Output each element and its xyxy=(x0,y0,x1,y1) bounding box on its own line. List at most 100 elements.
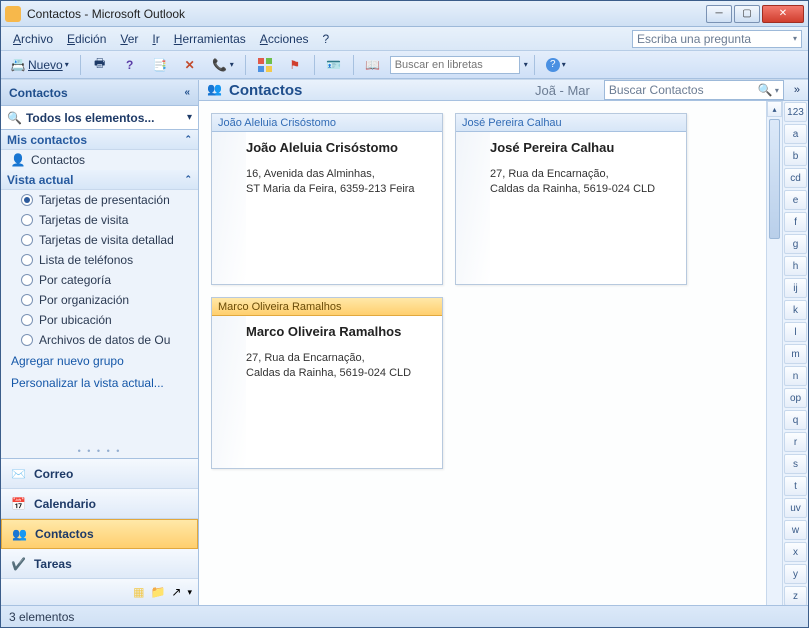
index-letter-button[interactable]: q xyxy=(784,410,807,430)
shortcuts-icon[interactable]: ↗ xyxy=(171,585,181,599)
alpha-index-bar: 123abcdefghijklmnopqrstuvwxyz👤 xyxy=(782,101,808,605)
card-body: João Aleluia Crisóstomo16, Avenida das A… xyxy=(212,132,442,284)
new-button[interactable]: 📇 Nuevo ▾ xyxy=(5,54,74,76)
index-letter-button[interactable]: t xyxy=(784,476,807,496)
index-letter-button[interactable]: b xyxy=(784,146,807,166)
minimize-button[interactable]: ─ xyxy=(706,5,732,23)
collapse-nav-icon[interactable]: « xyxy=(184,87,190,98)
menu-help[interactable]: ? xyxy=(317,30,336,48)
configure-buttons-icon[interactable]: ▾ xyxy=(187,587,192,598)
view-radio-option[interactable]: Lista de teléfonos xyxy=(1,250,198,270)
menu-acciones[interactable]: Acciones xyxy=(254,30,315,48)
index-letter-button[interactable]: k xyxy=(784,300,807,320)
expand-search-icon[interactable]: » xyxy=(794,84,800,96)
index-letter-button[interactable]: z xyxy=(784,586,807,605)
window-buttons: ─ ▢ ✕ xyxy=(706,5,804,23)
print-button[interactable]: 🖶 xyxy=(87,54,113,76)
index-letter-button[interactable]: y xyxy=(784,564,807,584)
card-body: José Pereira Calhau27, Rua da Encarnação… xyxy=(456,132,686,284)
mail-icon: ✉️ xyxy=(11,467,26,481)
scroll-up-arrow[interactable]: ▴ xyxy=(767,101,782,117)
index-letter-button[interactable]: f xyxy=(784,212,807,232)
menu-ir[interactable]: Ir xyxy=(146,30,165,48)
titlebar: Contactos - Microsoft Outlook ─ ▢ ✕ xyxy=(1,1,808,27)
nav-footer: ✉️Correo 📅Calendario 👥Contactos ✔️Tareas… xyxy=(1,458,198,605)
address-book-search-input[interactable] xyxy=(390,56,520,74)
categorize-button[interactable] xyxy=(252,54,278,76)
index-letter-button[interactable]: g xyxy=(784,234,807,254)
nav-button-calendario[interactable]: 📅Calendario xyxy=(1,489,198,519)
nav-item-contactos[interactable]: 👤 Contactos xyxy=(1,150,198,170)
index-letter-button[interactable]: e xyxy=(784,190,807,210)
cards-grid: João Aleluia CrisóstomoJoão Aleluia Cris… xyxy=(199,101,766,605)
index-letter-button[interactable]: uv xyxy=(784,498,807,518)
calendar-icon: 📅 xyxy=(11,497,26,511)
vertical-scrollbar[interactable]: ▴ ▾ xyxy=(766,101,782,605)
notes-icon[interactable]: ▦ xyxy=(133,585,144,599)
address-book-button[interactable]: 📖 xyxy=(360,54,386,76)
index-letter-button[interactable]: a xyxy=(784,124,807,144)
view-radio-option[interactable]: Tarjetas de visita detallad xyxy=(1,230,198,250)
index-letter-button[interactable]: 123 xyxy=(784,102,807,122)
radio-icon xyxy=(21,254,33,266)
help-question-box[interactable]: Escriba una pregunta ▾ xyxy=(632,30,802,48)
scroll-thumb[interactable] xyxy=(769,119,780,239)
view-radio-option[interactable]: Tarjetas de presentación xyxy=(1,190,198,210)
move-button[interactable]: 📑 xyxy=(147,54,173,76)
toolbar-help-button[interactable]: ?▾ xyxy=(541,54,571,76)
contact-card[interactable]: Marco Oliveira RamalhosMarco Oliveira Ra… xyxy=(211,297,443,469)
pane-vista-actual[interactable]: Vista actual ⌃ xyxy=(1,170,198,190)
index-letter-button[interactable]: cd xyxy=(784,168,807,188)
nav-button-tareas[interactable]: ✔️Tareas xyxy=(1,549,198,579)
add-new-group-link[interactable]: Agregar nuevo grupo xyxy=(1,350,198,372)
menu-archivo[interactable]: Archivo xyxy=(7,30,59,48)
view-radio-option[interactable]: Archivos de datos de Ou xyxy=(1,330,198,350)
client-area: Contactos « 🔍 Todos los elementos... ▾ M… xyxy=(1,79,808,605)
delete-button[interactable]: ✕ xyxy=(177,54,203,76)
call-button[interactable]: 📞▾ xyxy=(207,54,239,76)
flag-button[interactable]: ⚑ xyxy=(282,54,308,76)
nav-header-title: Contactos xyxy=(9,86,68,100)
business-card-button[interactable]: 🪪 xyxy=(321,54,347,76)
view-radio-option[interactable]: Por organización xyxy=(1,290,198,310)
index-letter-button[interactable]: ij xyxy=(784,278,807,298)
radio-label: Tarjetas de presentación xyxy=(39,193,170,207)
contact-card[interactable]: José Pereira CalhauJosé Pereira Calhau27… xyxy=(455,113,687,285)
nav-button-correo[interactable]: ✉️Correo xyxy=(1,459,198,489)
customize-view-link[interactable]: Personalizar la vista actual... xyxy=(1,372,198,394)
pane-splitter[interactable]: • • • • • xyxy=(1,444,198,458)
search-contacts-box[interactable]: Buscar Contactos 🔍 ▾ xyxy=(604,80,784,100)
index-letter-button[interactable]: n xyxy=(784,366,807,386)
maximize-button[interactable]: ▢ xyxy=(734,5,760,23)
pane-mis-contactos[interactable]: Mis contactos ⌃ xyxy=(1,130,198,150)
help-button[interactable]: ? xyxy=(117,54,143,76)
folder-list-icon[interactable]: 📁 xyxy=(150,585,165,599)
index-letter-button[interactable]: x xyxy=(784,542,807,562)
nav-button-contactos[interactable]: 👥Contactos xyxy=(1,519,198,549)
search-icon: 🔍 xyxy=(758,83,773,97)
view-range: Joã - Mar xyxy=(535,83,590,98)
chevron-down-icon[interactable]: ▾ xyxy=(524,60,528,69)
index-letter-button[interactable]: op xyxy=(784,388,807,408)
index-letter-button[interactable]: m xyxy=(784,344,807,364)
contact-card[interactable]: João Aleluia CrisóstomoJoão Aleluia Cris… xyxy=(211,113,443,285)
print-icon: 🖶 xyxy=(92,57,108,73)
radio-icon xyxy=(21,214,33,226)
view-radio-option[interactable]: Por ubicación xyxy=(1,310,198,330)
menu-edicion[interactable]: Edición xyxy=(61,30,112,48)
menu-ver[interactable]: Ver xyxy=(114,30,144,48)
main-header: 👥 Contactos Joã - Mar Buscar Contactos 🔍… xyxy=(199,80,808,101)
menu-herramientas[interactable]: Herramientas xyxy=(168,30,252,48)
index-letter-button[interactable]: r xyxy=(784,432,807,452)
scope-selector[interactable]: 🔍 Todos los elementos... ▾ xyxy=(1,106,198,130)
index-letter-button[interactable]: h xyxy=(784,256,807,276)
index-letter-button[interactable]: w xyxy=(784,520,807,540)
contacts-icon: 👥 xyxy=(207,82,223,98)
close-button[interactable]: ✕ xyxy=(762,5,804,23)
index-letter-button[interactable]: l xyxy=(784,322,807,342)
view-radio-option[interactable]: Por categoría xyxy=(1,270,198,290)
view-radio-option[interactable]: Tarjetas de visita xyxy=(1,210,198,230)
status-text: 3 elementos xyxy=(9,610,74,624)
index-letter-button[interactable]: s xyxy=(784,454,807,474)
card-header: José Pereira Calhau xyxy=(456,114,686,132)
